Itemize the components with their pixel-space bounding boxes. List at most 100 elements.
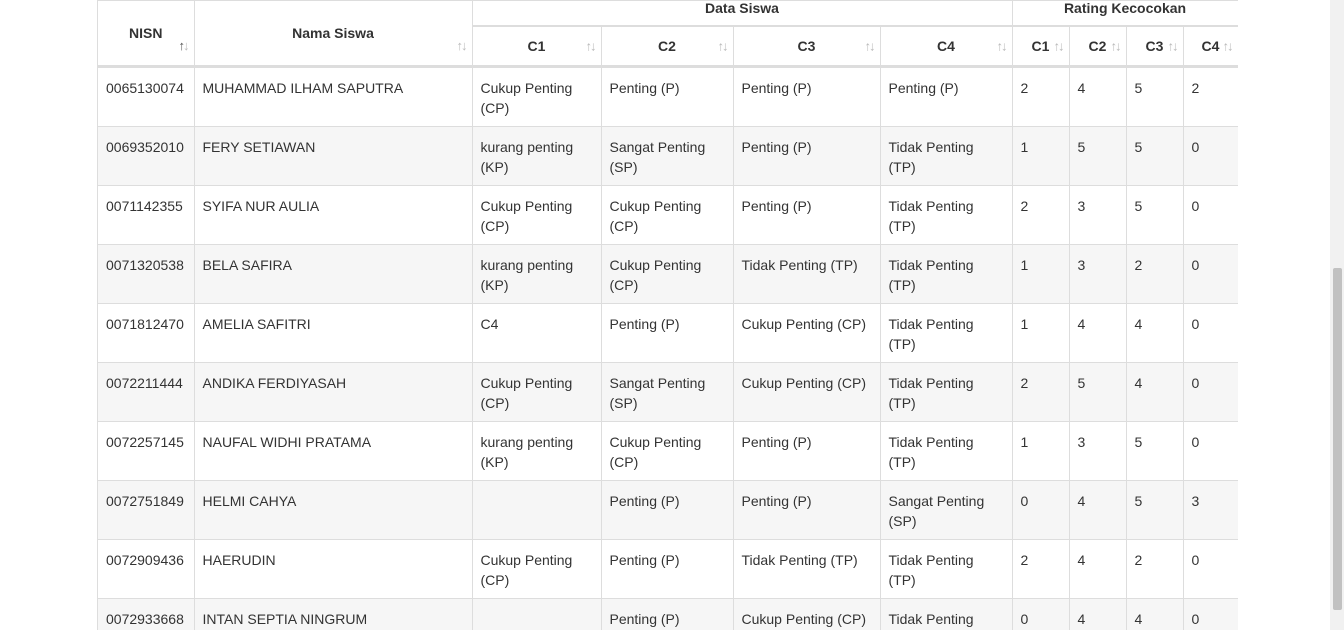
sort-arrows-icon[interactable]: ↑↓ [1111,39,1122,54]
column-header-label: C4 [937,38,955,54]
cell-nisn: 0072211444 [98,362,195,422]
vertical-scrollbar[interactable] [1330,0,1344,630]
cell-rating-c1: 2 [1012,66,1070,127]
cell-data-c2: Cukup Penting (CP) [601,244,734,304]
cell-rating-c3: 2 [1126,539,1184,599]
column-header-nama-siswa[interactable]: Nama Siswa ↑↓ [194,0,473,68]
cell-rating-c4: 0 [1183,185,1238,245]
cell-rating-c4: 3 [1183,480,1238,540]
cell-rating-c2: 4 [1069,303,1127,363]
cell-nama-siswa: INTAN SEPTIA NINGRUM [194,598,473,630]
column-header-data-c1[interactable]: C1 ↑↓ [472,26,602,68]
cell-data-c1: kurang penting (KP) [472,126,602,186]
sort-arrows-icon[interactable]: ↑↓ [457,38,468,53]
cell-nama-siswa: MUHAMMAD ILHAM SAPUTRA [194,66,473,127]
cell-rating-c4: 0 [1183,539,1238,599]
column-header-label: C1 [527,38,546,54]
cell-data-c1 [472,598,602,630]
sort-arrows-icon[interactable]: ↑↓ [1054,39,1065,54]
column-header-nisn[interactable]: NISN ↑↓ [98,0,195,68]
cell-nama-siswa: ANDIKA FERDIYASAH [194,362,473,422]
cell-nisn: 0069352010 [98,126,195,186]
column-header-rating-c2[interactable]: C2 ↑↓ [1069,26,1127,68]
cell-rating-c4: 0 [1183,421,1238,481]
column-header-data-c3[interactable]: C3 ↑↓ [733,26,881,68]
column-header-rating-c3[interactable]: C3 ↑↓ [1126,26,1184,68]
cell-rating-c2: 4 [1069,66,1127,127]
sort-arrows-icon[interactable]: ↑↓ [1223,39,1234,54]
cell-nisn: 0072751849 [98,480,195,540]
cell-data-c4: Tidak Penting (TP) [880,362,1013,422]
cell-rating-c4: 0 [1183,126,1238,186]
sort-arrows-icon[interactable]: ↑↓ [718,39,729,54]
cell-data-c3: Penting (P) [733,480,881,540]
column-header-label: C4 [1201,38,1220,54]
column-header-rating-c1[interactable]: C1 ↑↓ [1012,26,1070,68]
column-header-data-c4[interactable]: C4 ↑↓ [880,26,1013,68]
cell-data-c3: Penting (P) [733,126,881,186]
cell-nisn: 0072909436 [98,539,195,599]
cell-rating-c1: 2 [1012,539,1070,599]
cell-data-c1: kurang penting (KP) [472,421,602,481]
cell-data-c1: C4 [472,303,602,363]
cell-data-c4: Tidak Penting (TP) [880,303,1013,363]
cell-data-c3: Cukup Penting (CP) [733,303,881,363]
cell-rating-c2: 4 [1069,480,1127,540]
cell-data-c3: Tidak Penting (TP) [733,539,881,599]
sort-arrows-icon[interactable]: ↑↓ [865,39,876,54]
cell-nisn: 0071142355 [98,185,195,245]
cell-data-c4: Tidak Penting (TP) [880,598,1013,630]
cell-rating-c2: 4 [1069,539,1127,599]
table-row: 0072751849 HELMI CAHYA Penting (P) Penting … [98,480,1238,540]
cell-rating-c2: 3 [1069,421,1127,481]
group-header-rating-kecocokan: Rating Kecocokan [1012,0,1238,27]
cell-data-c1: Cukup Penting (CP) [472,539,602,599]
cell-data-c2: Penting (P) [601,66,734,127]
cell-data-c2: Sangat Penting (SP) [601,362,734,422]
sort-arrows-icon[interactable]: ↑↓ [1168,39,1179,54]
cell-data-c2: Penting (P) [601,598,734,630]
cell-nama-siswa: NAUFAL WIDHI PRATAMA [194,421,473,481]
column-header-label: C3 [1145,38,1164,54]
cell-data-c4: Tidak Penting (TP) [880,421,1013,481]
cell-rating-c3: 5 [1126,126,1184,186]
column-header-label: Nama Siswa [292,25,374,41]
cell-data-c3: Penting (P) [733,66,881,127]
cell-rating-c4: 0 [1183,303,1238,363]
cell-rating-c3: 5 [1126,66,1184,127]
cell-nisn: 0071320538 [98,244,195,304]
sort-arrows-icon[interactable]: ↑↓ [179,38,190,53]
table-row: 0072257145 NAUFAL WIDHI PRATAMA kurang pen… [98,421,1238,481]
sort-arrows-icon[interactable]: ↑↓ [997,39,1008,54]
cell-nama-siswa: HELMI CAHYA [194,480,473,540]
sort-arrows-icon[interactable]: ↑↓ [586,39,597,54]
table-row: 0072933668 INTAN SEPTIA NINGRUM Penting (P… [98,598,1238,630]
cell-data-c2: Cukup Penting (CP) [601,185,734,245]
cell-data-c2: Penting (P) [601,303,734,363]
cell-data-c1: Cukup Penting (CP) [472,362,602,422]
cell-rating-c3: 5 [1126,421,1184,481]
cell-data-c2: Sangat Penting (SP) [601,126,734,186]
data-table-container: NISN ↑↓ Nama Siswa ↑↓ Data Siswa Rating … [97,0,1238,630]
cell-data-c3: Tidak Penting (TP) [733,244,881,304]
cell-nama-siswa: SYIFA NUR AULIA [194,185,473,245]
table-row: 0071320538 BELA SAFIRA kurang penting (KP)… [98,244,1238,304]
cell-data-c1 [472,480,602,540]
column-header-data-c2[interactable]: C2 ↑↓ [601,26,734,68]
cell-data-c2: Penting (P) [601,480,734,540]
table-row: 0065130074 MUHAMMAD ILHAM SAPUTRA Cukup Pe… [98,66,1238,127]
cell-rating-c1: 0 [1012,598,1070,630]
cell-rating-c1: 0 [1012,480,1070,540]
scrollbar-thumb[interactable] [1333,268,1342,610]
table-row: 0071142355 SYIFA NUR AULIA Cukup Penting (… [98,185,1238,245]
cell-rating-c3: 4 [1126,303,1184,363]
cell-rating-c4: 0 [1183,244,1238,304]
cell-rating-c2: 4 [1069,598,1127,630]
cell-data-c1: Cukup Penting (CP) [472,185,602,245]
cell-data-c4: Tidak Penting (TP) [880,126,1013,186]
cell-nisn: 0065130074 [98,66,195,127]
cell-rating-c2: 5 [1069,126,1127,186]
column-header-rating-c4[interactable]: C4 ↑↓ [1183,26,1238,68]
cell-nama-siswa: FERY SETIAWAN [194,126,473,186]
cell-rating-c1: 1 [1012,244,1070,304]
